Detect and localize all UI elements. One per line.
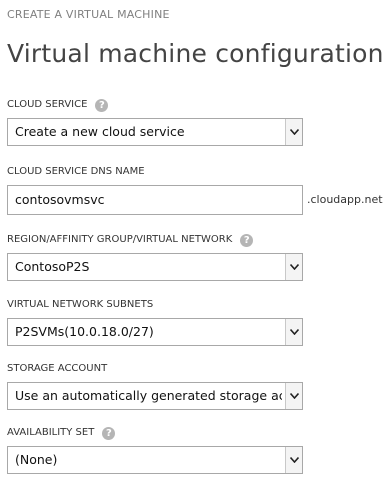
storage-label-row: STORAGE ACCOUNT xyxy=(7,362,303,376)
cloud-service-select[interactable]: Create a new cloud service xyxy=(7,118,303,146)
dns-name-label-row: CLOUD SERVICE DNS NAME xyxy=(7,165,383,179)
availability-set-field: AVAILABILITY SET ? (None) xyxy=(7,426,303,474)
availability-set-selected-value: (None) xyxy=(15,452,58,467)
storage-selected-value: Use an automatically generated storage a… xyxy=(15,388,282,403)
dns-name-field: CLOUD SERVICE DNS NAME contosovmsvc .clo… xyxy=(7,165,383,215)
page-title: Virtual machine configuration xyxy=(7,39,384,68)
availability-set-label-row: AVAILABILITY SET ? xyxy=(7,426,303,440)
subnets-selected-value: P2SVMs(10.0.18.0/27) xyxy=(15,324,154,339)
availability-set-label: AVAILABILITY SET xyxy=(7,427,95,438)
region-select[interactable]: ContosoP2S xyxy=(7,253,303,281)
subnets-select[interactable]: P2SVMs(10.0.18.0/27) xyxy=(7,318,303,346)
cloud-service-label: CLOUD SERVICE xyxy=(7,99,88,110)
help-icon[interactable]: ? xyxy=(102,426,116,440)
chevron-down-icon[interactable] xyxy=(285,383,302,409)
chevron-down-icon[interactable] xyxy=(285,447,302,473)
wizard-step-title: CREATE A VIRTUAL MACHINE xyxy=(7,8,170,21)
subnets-label: VIRTUAL NETWORK SUBNETS xyxy=(7,299,154,310)
help-icon[interactable]: ? xyxy=(95,98,109,112)
chevron-down-icon[interactable] xyxy=(285,254,302,280)
dns-suffix: .cloudapp.net xyxy=(307,193,383,206)
region-selected-value: ContosoP2S xyxy=(15,259,90,274)
region-label: REGION/AFFINITY GROUP/VIRTUAL NETWORK xyxy=(7,234,233,245)
storage-field: STORAGE ACCOUNT Use an automatically gen… xyxy=(7,362,303,410)
dns-name-row: contosovmsvc .cloudapp.net xyxy=(7,185,383,215)
subnets-label-row: VIRTUAL NETWORK SUBNETS xyxy=(7,298,303,312)
chevron-down-icon[interactable] xyxy=(285,119,302,145)
cloud-service-label-row: CLOUD SERVICE ? xyxy=(7,98,303,112)
vm-config-page: CREATE A VIRTUAL MACHINE Virtual machine… xyxy=(0,0,385,489)
dns-name-label: CLOUD SERVICE DNS NAME xyxy=(7,166,145,177)
storage-label: STORAGE ACCOUNT xyxy=(7,363,108,374)
availability-set-select[interactable]: (None) xyxy=(7,446,303,474)
subnets-field: VIRTUAL NETWORK SUBNETS P2SVMs(10.0.18.0… xyxy=(7,298,303,346)
dns-name-input[interactable]: contosovmsvc xyxy=(7,185,303,215)
cloud-service-selected-value: Create a new cloud service xyxy=(15,124,185,139)
storage-select[interactable]: Use an automatically generated storage a… xyxy=(7,382,303,410)
cloud-service-field: CLOUD SERVICE ? Create a new cloud servi… xyxy=(7,98,303,146)
region-label-row: REGION/AFFINITY GROUP/VIRTUAL NETWORK ? xyxy=(7,233,303,247)
region-field: REGION/AFFINITY GROUP/VIRTUAL NETWORK ? … xyxy=(7,233,303,281)
chevron-down-icon[interactable] xyxy=(285,319,302,345)
help-icon[interactable]: ? xyxy=(240,233,254,247)
